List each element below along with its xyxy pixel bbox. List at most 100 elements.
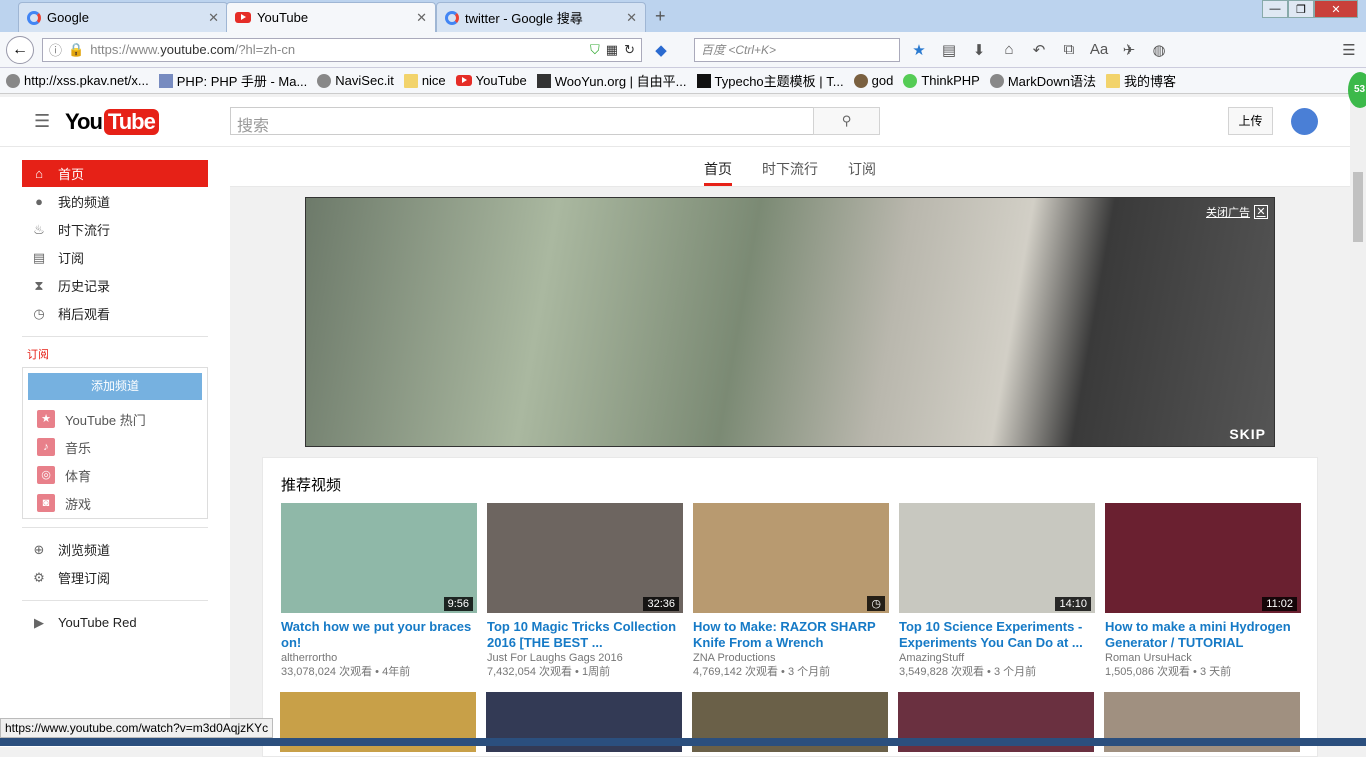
search-input[interactable]: 百度 <Ctrl+K> bbox=[694, 37, 900, 62]
bookmark[interactable]: god bbox=[853, 73, 894, 88]
video-card[interactable]: 9:56 Watch how we put your braces on! al… bbox=[281, 503, 477, 679]
video-title[interactable]: How to Make: RAZOR SHARP Knife From a Wr… bbox=[693, 619, 889, 651]
video-channel[interactable]: Just For Laughs Gags 2016 bbox=[487, 651, 683, 665]
video-card[interactable]: ◷ How to Make: RAZOR SHARP Knife From a … bbox=[693, 503, 889, 679]
globe-icon[interactable]: ◍ bbox=[1148, 41, 1170, 59]
ad-banner[interactable]: 关闭广告 ✕ SKIP bbox=[305, 197, 1275, 447]
close-tab-icon[interactable]: ✕ bbox=[208, 10, 219, 26]
search-button[interactable]: ⚲ bbox=[813, 107, 880, 135]
bookmark[interactable]: ThinkPHP bbox=[903, 73, 980, 88]
video-title[interactable]: Watch how we put your braces on! bbox=[281, 619, 477, 651]
sidebar-item-watch-later[interactable]: ◷ 稍后观看 bbox=[22, 300, 208, 327]
browser-tab-bar: Google ✕ YouTube ✕ twitter - Google 搜尋 ✕ + … bbox=[0, 0, 1366, 32]
bookmark-label: god bbox=[871, 73, 894, 88]
sidebar-item-trending[interactable]: ♨ 时下流行 bbox=[22, 216, 208, 243]
notification-badge[interactable]: 53 bbox=[1348, 72, 1366, 108]
url-bar[interactable]: ⓘ 🔒 https://www.youtube.com/?hl=zh-cn ⛉ ▦ ↻ bbox=[42, 37, 642, 62]
video-channel[interactable]: altherrortho bbox=[281, 651, 477, 665]
close-tab-icon[interactable]: ✕ bbox=[626, 10, 637, 26]
video-title[interactable]: How to make a mini Hydrogen Generator / … bbox=[1105, 619, 1301, 651]
video-channel[interactable]: Roman UrsuHack bbox=[1105, 651, 1301, 665]
video-thumbnail[interactable]: 9:56 bbox=[281, 503, 477, 613]
video-thumbnail[interactable]: 14:10 bbox=[899, 503, 1095, 613]
subscription-item[interactable]: ★ YouTube 热门 bbox=[23, 405, 207, 433]
download-icon[interactable]: ⬇ bbox=[968, 41, 990, 59]
scrollbar[interactable] bbox=[1350, 97, 1366, 746]
avatar[interactable] bbox=[1291, 108, 1318, 135]
add-channel-button[interactable]: 添加频道 bbox=[28, 373, 202, 400]
bookmark-folder[interactable]: nice bbox=[403, 73, 446, 88]
sidebar-item-browse-channels[interactable]: ⊕ 浏览频道 bbox=[22, 536, 208, 563]
back-button[interactable]: ← bbox=[6, 35, 34, 64]
divider bbox=[22, 336, 208, 337]
close-tab-icon[interactable]: ✕ bbox=[416, 10, 427, 26]
bookmark[interactable]: PHP: PHP 手册 - Ma... bbox=[158, 71, 308, 90]
guide-menu-icon[interactable]: ☰ bbox=[34, 111, 50, 132]
bookmark-star-icon[interactable]: ★ bbox=[908, 41, 930, 59]
sidebar-item-subscriptions[interactable]: ▤ 订阅 bbox=[22, 244, 208, 271]
bookmark[interactable]: NaviSec.it bbox=[317, 73, 394, 88]
tab-label: twitter - Google 搜尋 bbox=[465, 11, 583, 26]
sidebar-item-history[interactable]: ⧗ 历史记录 bbox=[22, 272, 208, 299]
tab-youtube[interactable]: YouTube ✕ bbox=[226, 2, 436, 32]
bookmark[interactable]: Typecho主题模板 | T... bbox=[696, 71, 844, 90]
video-thumbnail[interactable]: ◷ bbox=[693, 503, 889, 613]
video-card[interactable]: 11:02 How to make a mini Hydrogen Genera… bbox=[1105, 503, 1301, 679]
close-ad-button[interactable]: 关闭广告 ✕ bbox=[1206, 204, 1268, 220]
video-title[interactable]: Top 10 Science Experiments - Experiments… bbox=[899, 619, 1095, 651]
typecho-icon bbox=[696, 73, 711, 88]
scrollbar-thumb[interactable] bbox=[1353, 172, 1363, 242]
video-thumbnail[interactable]: 11:02 bbox=[1105, 503, 1301, 613]
tab-twitter-search[interactable]: twitter - Google 搜尋 ✕ bbox=[436, 2, 646, 32]
youtube-logo[interactable]: You Tube bbox=[65, 108, 159, 135]
crop-icon[interactable]: ⧉ bbox=[1058, 41, 1080, 58]
video-card[interactable]: 32:36 Top 10 Magic Tricks Collection 201… bbox=[487, 503, 683, 679]
home-icon[interactable]: ⌂ bbox=[998, 41, 1020, 58]
window-close-button[interactable]: ✕ bbox=[1314, 0, 1358, 18]
bookmark-label: PHP: PHP 手册 - Ma... bbox=[176, 74, 308, 89]
sidebar-item-manage-subscriptions[interactable]: ⚙ 管理订阅 bbox=[22, 564, 208, 591]
tab-label: Google bbox=[47, 10, 89, 25]
taskbar bbox=[0, 738, 1366, 746]
info-icon: ⓘ bbox=[49, 43, 63, 58]
sidebar-item-youtube-red[interactable]: ▶ YouTube Red bbox=[22, 609, 208, 636]
bookmark[interactable]: MarkDown语法 bbox=[989, 71, 1096, 90]
bookmarks-list-icon[interactable]: ▤ bbox=[938, 41, 960, 59]
video-channel[interactable]: ZNA Productions bbox=[693, 651, 889, 665]
video-thumbnail[interactable]: 32:36 bbox=[487, 503, 683, 613]
extension-icon[interactable]: ◆ bbox=[650, 41, 672, 59]
sidebar-item-home[interactable]: ⌂ 首页 bbox=[22, 160, 208, 187]
video-channel[interactable]: AmazingStuff bbox=[899, 651, 1095, 665]
folder-icon bbox=[1105, 73, 1120, 88]
minimize-button[interactable]: — bbox=[1262, 0, 1288, 18]
qr-icon[interactable]: ▦ bbox=[606, 42, 618, 58]
subscription-item[interactable]: ◙ 游戏 bbox=[23, 489, 207, 517]
music-icon: ♪ bbox=[37, 438, 55, 456]
subscription-item[interactable]: ♪ 音乐 bbox=[23, 433, 207, 461]
youtube-search-input[interactable]: 搜索 bbox=[230, 107, 814, 135]
reader-icon[interactable]: Aa bbox=[1088, 41, 1110, 58]
upload-button[interactable]: 上传 bbox=[1228, 107, 1273, 135]
logo-you: You bbox=[65, 108, 103, 134]
sidebar-item-my-channel[interactable]: ● 我的频道 bbox=[22, 188, 208, 215]
plane-icon[interactable]: ✈ bbox=[1118, 41, 1140, 59]
new-tab-button[interactable]: + bbox=[655, 6, 666, 27]
menu-icon[interactable]: ☰ bbox=[1338, 41, 1360, 59]
shield-icon[interactable]: ⛉ bbox=[590, 42, 600, 58]
bookmark-folder[interactable]: 我的博客 bbox=[1105, 71, 1176, 90]
section-title: 推荐视频 bbox=[281, 477, 342, 494]
tab-google[interactable]: Google ✕ bbox=[18, 2, 228, 32]
undo-icon[interactable]: ↶ bbox=[1028, 41, 1050, 59]
video-card[interactable]: 14:10 Top 10 Science Experiments - Exper… bbox=[899, 503, 1095, 679]
tab-trending[interactable]: 时下流行 bbox=[762, 147, 818, 186]
bookmark[interactable]: http://xss.pkav.net/x... bbox=[6, 73, 149, 88]
maximize-button[interactable]: ❐ bbox=[1288, 0, 1314, 18]
bookmark[interactable]: WooYun.org | 自由平... bbox=[536, 71, 687, 90]
reload-icon[interactable]: ↻ bbox=[624, 42, 635, 58]
bookmark[interactable]: YouTube bbox=[455, 73, 527, 88]
subscription-item[interactable]: ◎ 体育 bbox=[23, 461, 207, 489]
video-title[interactable]: Top 10 Magic Tricks Collection 2016 [THE… bbox=[487, 619, 683, 651]
watch-later-icon[interactable]: ◷ bbox=[867, 596, 885, 611]
tab-subscriptions[interactable]: 订阅 bbox=[848, 147, 876, 186]
tab-home[interactable]: 首页 bbox=[704, 147, 732, 186]
